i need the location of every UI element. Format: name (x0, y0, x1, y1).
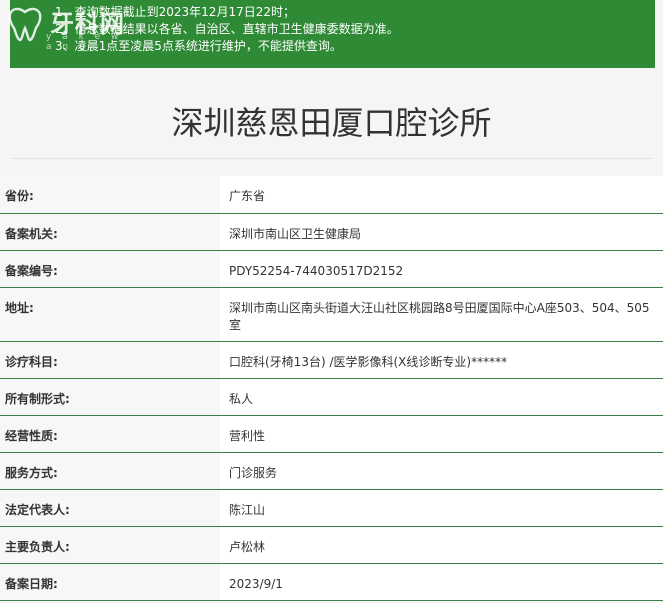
row-label: 法定代表人: (0, 489, 220, 527)
notice-line-2: 2、信息数据结果以各省、自治区、直辖市卫生健康委数据为准。 (55, 22, 399, 36)
row-value: 2023/9/1 (220, 563, 663, 601)
notice-line-3: 3、凌晨1点至凌晨5点系统进行维护，不能提供查询。 (55, 39, 342, 53)
table-row: 备案机关: 深圳市南山区卫生健康局 (0, 213, 663, 251)
row-value: 卢松林 (220, 526, 663, 564)
row-value: 广东省 (220, 176, 663, 214)
table-row: 法定代表人: 陈江山 (0, 489, 663, 527)
row-label: 备案日期: (0, 563, 220, 601)
row-label: 服务方式: (0, 452, 220, 490)
row-label: 诊疗科目: (0, 341, 220, 379)
table-row: 诊疗科目: 口腔科(牙椅13台) /医学影像科(X线诊断专业)****** (0, 341, 663, 379)
row-value: 口腔科(牙椅13台) /医学影像科(X线诊断专业)****** (220, 341, 663, 379)
row-value: 深圳市南山区南头街道大汪山社区桃园路8号田厦国际中心A座503、504、505室 (220, 287, 663, 342)
table-row: 所有制形式: 私人 (0, 378, 663, 416)
row-value: 营利性 (220, 415, 663, 453)
page-title: 深圳慈恩田厦口腔诊所 (171, 104, 492, 142)
table-row: 经营性质: 营利性 (0, 415, 663, 453)
clinic-info-table: 省份: 广东省 备案机关: 深圳市南山区卫生健康局 备案编号: PDY52254-74… (0, 176, 663, 601)
table-row: 服务方式: 门诊服务 (0, 452, 663, 490)
title-divider (10, 158, 653, 159)
row-value: 私人 (220, 378, 663, 416)
row-label: 地址: (0, 287, 220, 342)
table-row: 省份: 广东省 (0, 176, 663, 214)
row-label: 备案机关: (0, 213, 220, 251)
row-label: 经营性质: (0, 415, 220, 453)
table-row: 地址: 深圳市南山区南头街道大汪山社区桃园路8号田厦国际中心A座503、504、5… (0, 287, 663, 342)
table-row: 备案编号: PDY52254-744030517D2152 (0, 250, 663, 288)
row-value: PDY52254-744030517D2152 (220, 250, 663, 288)
notice-line-1: 1、查询数据截止到2023年12月17日22时； (55, 5, 295, 19)
row-label: 备案编号: (0, 250, 220, 288)
row-value: 陈江山 (220, 489, 663, 527)
row-label: 所有制形式: (0, 378, 220, 416)
row-label: 主要负责人: (0, 526, 220, 564)
notice-banner: 1、查询数据截止到2023年12月17日22时； 2、信息数据结果以各省、自治区… (10, 0, 655, 68)
row-value: 深圳市南山区卫生健康局 (220, 213, 663, 251)
table-row: 主要负责人: 卢松林 (0, 526, 663, 564)
table-row: 备案日期: 2023/9/1 (0, 563, 663, 601)
row-value: 门诊服务 (220, 452, 663, 490)
row-label: 省份: (0, 176, 220, 214)
